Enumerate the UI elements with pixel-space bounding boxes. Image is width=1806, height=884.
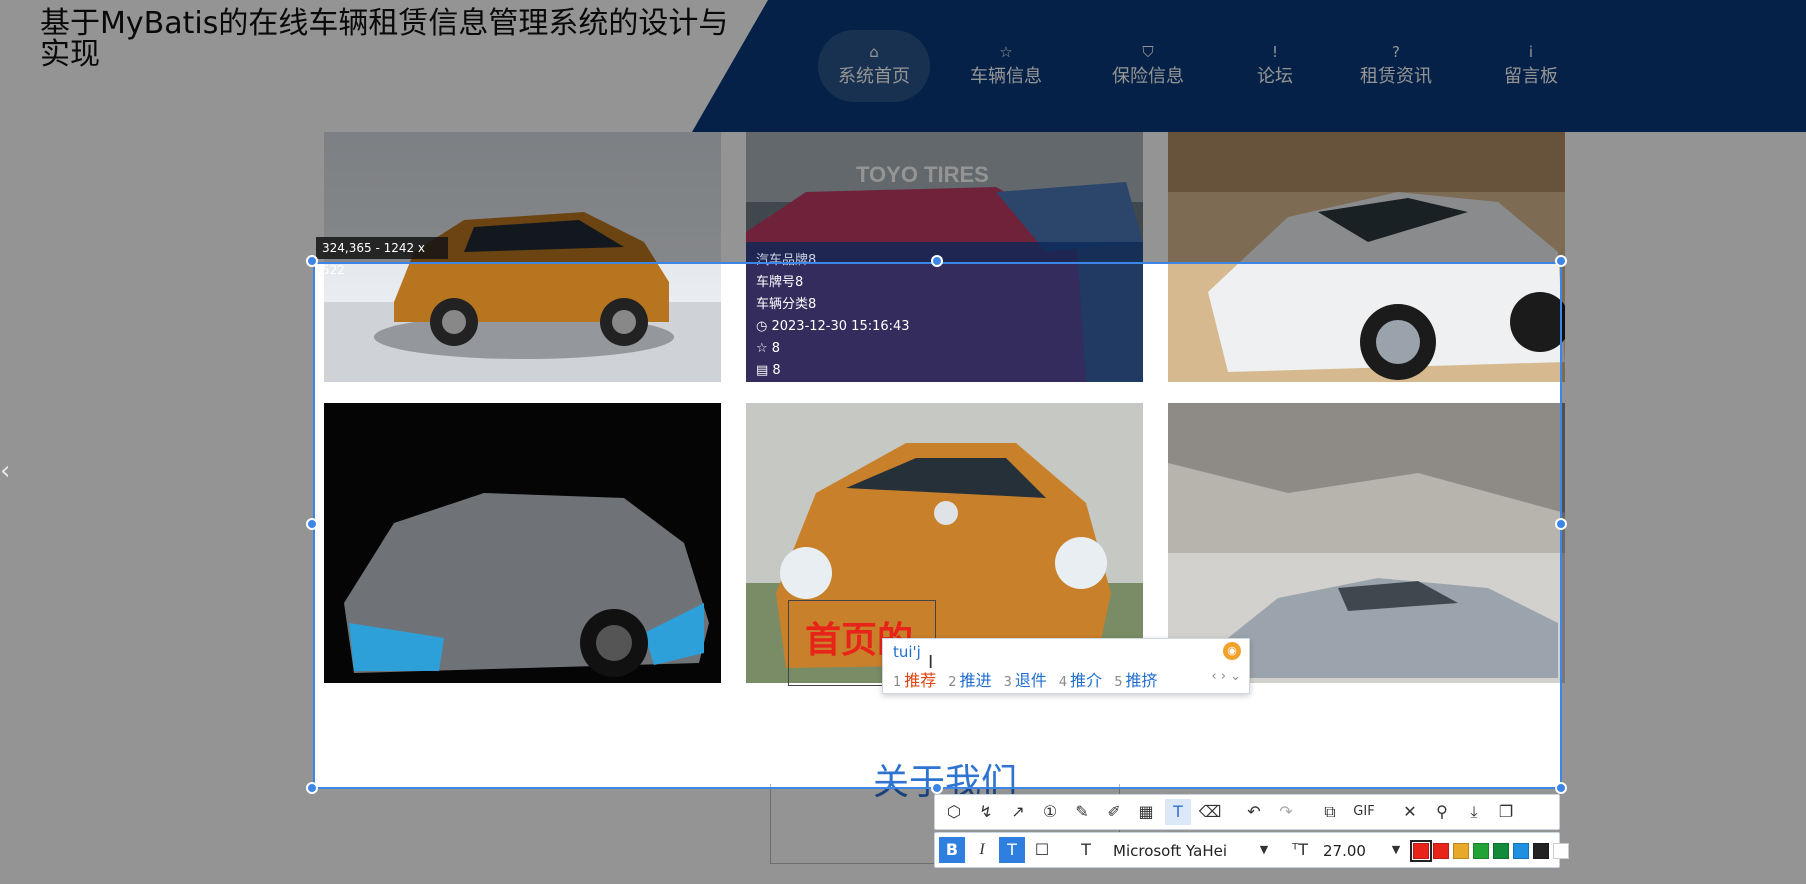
color-swatch[interactable] <box>1453 843 1469 859</box>
ime-candidate-word: 推进 <box>959 671 992 690</box>
italic-button[interactable]: I <box>969 837 995 863</box>
text-cursor-icon: I <box>928 652 934 673</box>
color-swatch[interactable] <box>1513 843 1529 859</box>
color-swatch[interactable] <box>1533 843 1549 859</box>
ime-candidate-word: 退件 <box>1014 671 1047 690</box>
ime-candidate-word: 推荐 <box>904 671 937 690</box>
ime-candidate[interactable]: 1 推荐 <box>893 671 936 690</box>
copy-icon[interactable]: ❐ <box>1493 799 1519 825</box>
ime-candidate[interactable]: 2 推进 <box>948 671 991 690</box>
color-swatch[interactable] <box>1473 843 1489 859</box>
shape-tool-icon[interactable]: ⬡ <box>941 799 967 825</box>
ime-candidate[interactable]: 3 退件 <box>1004 671 1047 690</box>
text-tool-icon[interactable]: T <box>1165 799 1191 825</box>
color-swatch[interactable] <box>1410 840 1432 862</box>
resize-handle-top-right[interactable] <box>1555 255 1567 267</box>
selection-rectangle[interactable] <box>313 262 1562 789</box>
ime-candidate-list: 1 推荐 2 推进 3 退件 4 推介 5 推挤 <box>893 667 1169 691</box>
resize-handle-middle-left[interactable] <box>306 518 318 530</box>
ime-page-arrows-icon[interactable]: ‹ › ⌄ <box>1211 669 1241 684</box>
font-size-icon: ᵀT <box>1292 840 1308 859</box>
resize-handle-bottom-left[interactable] <box>306 782 318 794</box>
bold-button[interactable]: B <box>939 837 965 863</box>
mosaic-tool-icon[interactable]: ▦ <box>1133 799 1159 825</box>
annotation-toolbar: ⬡ ↯ ↗ ① ✎ ✐ ▦ T ⌫ ↶ ↷ ⧉ GIF ✕ ⚲ ⤓ ❐ <box>934 794 1560 830</box>
ime-candidate-number: 2 <box>948 675 957 690</box>
resize-handle-bottom-right[interactable] <box>1555 782 1567 794</box>
pen-tool-icon[interactable]: ✎ <box>1069 799 1095 825</box>
ime-candidate-number: 1 <box>893 675 902 690</box>
selection-dimension-tip: 324,365 - 1242 x 522 <box>316 237 448 277</box>
color-swatch[interactable] <box>1493 843 1509 859</box>
resize-handle-middle-right[interactable] <box>1555 518 1567 530</box>
font-size-select[interactable]: 27.00 <box>1323 833 1366 869</box>
ime-input: tui'j <box>893 643 921 661</box>
ime-candidate-number: 5 <box>1114 675 1123 690</box>
resize-handle-bottom-center[interactable] <box>931 782 943 794</box>
redo-icon[interactable]: ↷ <box>1273 799 1299 825</box>
download-icon[interactable]: ⤓ <box>1461 799 1487 825</box>
ime-candidate-number: 3 <box>1003 675 1012 690</box>
polyline-tool-icon[interactable]: ↯ <box>973 799 999 825</box>
scroll-capture-icon[interactable]: ⧉ <box>1317 799 1343 825</box>
resize-handle-top-center[interactable] <box>931 255 943 267</box>
color-swatch[interactable] <box>1433 843 1449 859</box>
font-family-dropdown-icon[interactable]: ▼ <box>1251 837 1277 863</box>
ime-candidate[interactable]: 5 推挤 <box>1114 671 1157 690</box>
font-family-select[interactable]: Microsoft YaHei <box>1113 833 1227 869</box>
resize-handle-top-left[interactable] <box>306 255 318 267</box>
ime-candidate-window[interactable]: tui'j ◉ 1 推荐 2 推进 3 退件 4 推介 5 推挤 ‹ › ⌄ <box>882 638 1250 694</box>
color-swatch[interactable] <box>1553 843 1569 859</box>
number-tool-icon[interactable]: ① <box>1037 799 1063 825</box>
eraser-tool-icon[interactable]: ⌫ <box>1197 799 1223 825</box>
gif-button[interactable]: GIF <box>1349 799 1379 825</box>
text-background-button[interactable]: ☐ <box>1029 837 1055 863</box>
ime-candidate-word: 推挤 <box>1125 671 1158 690</box>
ime-candidate[interactable]: 4 推介 <box>1059 671 1102 690</box>
font-size-dropdown-icon[interactable]: ▼ <box>1383 837 1409 863</box>
highlighter-tool-icon[interactable]: ✐ <box>1101 799 1127 825</box>
arrow-tool-icon[interactable]: ↗ <box>1005 799 1031 825</box>
text-format-toolbar: B I T ☐ T Microsoft YaHei ▼ ᵀT 27.00 ▼ <box>934 832 1569 869</box>
text-outline-button[interactable]: T <box>999 837 1025 863</box>
font-family-icon: T <box>1081 840 1091 859</box>
chevron-left-icon[interactable]: ‹ <box>0 456 20 486</box>
ime-logo-icon[interactable]: ◉ <box>1223 642 1241 660</box>
ime-candidate-word: 推介 <box>1070 671 1103 690</box>
ime-candidate-number: 4 <box>1058 675 1068 690</box>
pin-icon[interactable]: ⚲ <box>1429 799 1455 825</box>
close-icon[interactable]: ✕ <box>1397 799 1423 825</box>
undo-icon[interactable]: ↶ <box>1241 799 1267 825</box>
